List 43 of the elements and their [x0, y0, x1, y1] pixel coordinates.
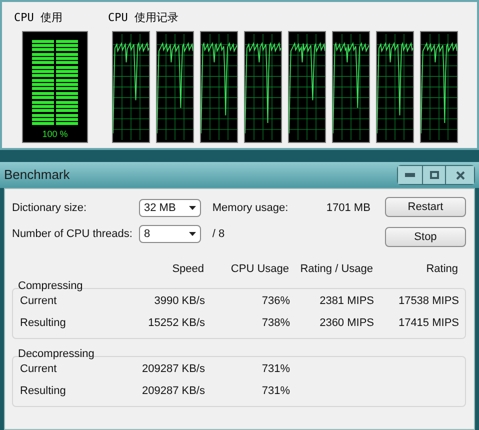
- dropdown[interactable]: 8: [138, 225, 201, 243]
- cpu-usage-title: CPU 使用: [14, 10, 64, 26]
- memory-usage-label: Memory usage:: [212, 200, 290, 216]
- column-header: Speed: [171, 262, 204, 277]
- action-button[interactable]: Stop: [385, 227, 466, 247]
- table-cell-text: 17538 MIPS: [397, 294, 459, 308]
- close-button[interactable]: [446, 166, 474, 184]
- column-header: CPU Usage: [230, 262, 289, 277]
- column-header: Rating / Usage: [299, 262, 373, 277]
- action-button[interactable]: Restart: [385, 197, 466, 217]
- table-cell-text: 3990 KB/s: [153, 294, 205, 308]
- table-cell-text: 731%: [260, 362, 290, 376]
- minimize-icon: [405, 173, 415, 177]
- window-title: Benchmark: [4, 166, 70, 184]
- thread-total: / 8: [212, 227, 226, 242]
- minimize-button[interactable]: [398, 166, 422, 184]
- maximize-icon: [430, 171, 438, 179]
- maximize-button[interactable]: [422, 166, 446, 184]
- table-cell-text: 731%: [260, 384, 290, 399]
- table-cell-text: 15252 KB/s: [147, 316, 205, 331]
- row-label: Current: [20, 294, 58, 308]
- group-title: Decompressing: [18, 348, 96, 360]
- setting-label: Number of CPU threads:: [12, 227, 134, 242]
- dropdown[interactable]: 32 MB: [138, 199, 201, 217]
- row-label: Resulting: [20, 384, 67, 399]
- cpu-history-title: CPU 使用记录: [108, 10, 180, 26]
- dropdown-caret-icon: [188, 206, 196, 210]
- table-cell-text: 17415 MIPS: [397, 316, 459, 331]
- row-label: Resulting: [20, 316, 67, 331]
- table-cell-text: 2381 MIPS: [318, 294, 374, 308]
- column-header: Rating: [425, 262, 458, 277]
- close-icon: [456, 170, 464, 180]
- table-cell-text: 209287 KB/s: [141, 384, 205, 399]
- table-cell-text: 738%: [260, 316, 290, 331]
- group-title: Compressing: [18, 280, 84, 292]
- setting-label: Dictionary size:: [12, 201, 88, 216]
- table-cell-text: 209287 KB/s: [141, 362, 205, 376]
- row-label: Current: [20, 362, 58, 376]
- table-cell-text: 736%: [260, 294, 290, 308]
- dropdown-caret-icon: [188, 232, 196, 236]
- cpu-usage-reading: 100 %: [42, 130, 68, 138]
- table-cell-text: 2360 MIPS: [318, 316, 374, 331]
- memory-usage-value: 1701 MB: [326, 200, 370, 216]
